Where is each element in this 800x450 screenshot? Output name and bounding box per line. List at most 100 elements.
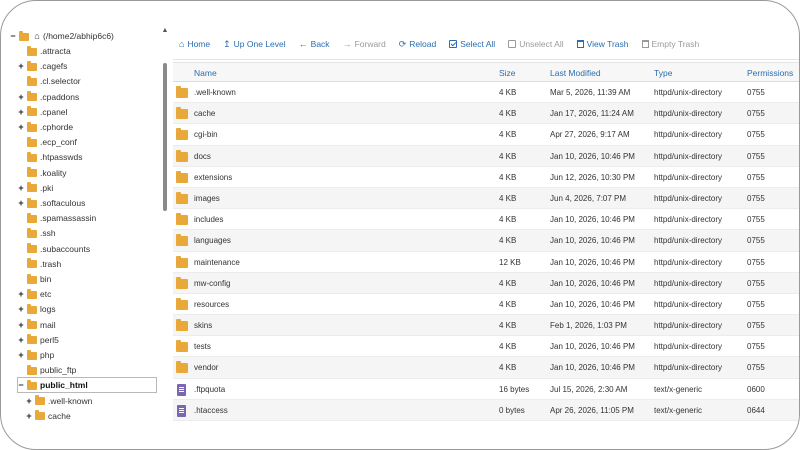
tree-item[interactable]: − public_html bbox=[17, 378, 88, 393]
tree-item[interactable]: + .cpaddons bbox=[17, 90, 79, 105]
scroll-up-arrow-icon[interactable]: ▲ bbox=[161, 27, 169, 35]
file-name[interactable]: .htaccess bbox=[194, 400, 228, 421]
table-row[interactable]: .well-known 4 KB Mar 5, 2026, 11:39 AM http… bbox=[173, 82, 799, 104]
folder-icon bbox=[27, 364, 37, 375]
table-row[interactable]: languages 4 KB Jan 10, 2026, 10:46 PM httpd… bbox=[173, 230, 799, 252]
expand-toggle[interactable]: + bbox=[17, 318, 25, 333]
tree-child-item[interactable]: + cache bbox=[25, 409, 71, 424]
file-name[interactable]: images bbox=[194, 188, 220, 209]
file-name[interactable]: cgi-bin bbox=[194, 124, 218, 145]
forward-button[interactable]: → Forward bbox=[343, 39, 386, 49]
table-row[interactable]: docs 4 KB Jan 10, 2026, 10:46 PM httpd/unix… bbox=[173, 145, 799, 167]
view-trash-button[interactable]: View Trash bbox=[576, 39, 629, 49]
table-row[interactable]: mw-config 4 KB Jan 10, 2026, 10:46 PM httpd… bbox=[173, 272, 799, 294]
expand-toggle[interactable]: + bbox=[17, 120, 25, 135]
file-name[interactable]: skins bbox=[194, 315, 212, 336]
column-header-size[interactable]: Size bbox=[499, 63, 516, 83]
file-name[interactable]: resources bbox=[194, 294, 229, 315]
file-name[interactable]: maintenance bbox=[194, 252, 240, 273]
file-type: httpd/unix-directory bbox=[654, 130, 723, 140]
column-header-type[interactable]: Type bbox=[654, 63, 672, 83]
expand-toggle[interactable]: + bbox=[17, 105, 25, 120]
select-all-button[interactable]: Select All bbox=[449, 39, 495, 49]
tree-child-item[interactable]: + .well-known bbox=[25, 394, 92, 409]
table-row[interactable]: maintenance 12 KB Jan 10, 2026, 10:46 PM ht… bbox=[173, 252, 799, 273]
table-row[interactable]: cgi-bin 4 KB Apr 27, 2026, 9:17 AM httpd/un… bbox=[173, 124, 799, 146]
tree-item[interactable]: + logs bbox=[17, 302, 56, 317]
back-label: Back bbox=[310, 39, 330, 49]
file-name[interactable]: extensions bbox=[194, 167, 232, 188]
tree-item[interactable]: + mail bbox=[17, 318, 56, 333]
toolbar: ⌂ Home ↥ Up One Level ← Back → Forward ⟳… bbox=[173, 31, 799, 57]
expand-toggle[interactable]: + bbox=[17, 181, 25, 196]
folder-icon bbox=[176, 255, 188, 268]
tree-item[interactable]: .ecp_conf bbox=[17, 135, 77, 150]
tree-item[interactable]: + .cpanel bbox=[17, 105, 67, 120]
expand-toggle[interactable]: + bbox=[17, 196, 25, 211]
tree-item[interactable]: .attracta bbox=[17, 44, 71, 59]
tree-item[interactable]: + .pki bbox=[17, 181, 53, 196]
column-header-name[interactable]: Name bbox=[194, 63, 217, 83]
scroll-thumb[interactable] bbox=[163, 63, 167, 211]
file-type: httpd/unix-directory bbox=[654, 172, 723, 182]
file-name[interactable]: includes bbox=[194, 209, 223, 230]
tree-item[interactable]: + php bbox=[17, 348, 54, 363]
expand-toggle[interactable]: + bbox=[17, 287, 25, 302]
tree-item[interactable]: .ssh bbox=[17, 226, 56, 241]
tree-item[interactable]: .spamassassin bbox=[17, 211, 96, 226]
expand-toggle[interactable]: + bbox=[25, 409, 33, 424]
tree-root[interactable]: − ⌂ (/home2/abhip6c6) bbox=[9, 29, 114, 44]
tree-item-label: php bbox=[40, 350, 55, 360]
file-name[interactable]: mw-config bbox=[194, 273, 230, 294]
checkbox-checked-icon bbox=[449, 40, 458, 48]
tree-item[interactable]: bin bbox=[17, 272, 51, 287]
file-name[interactable]: .well-known bbox=[194, 82, 236, 103]
tree-item[interactable]: public_ftp bbox=[17, 363, 76, 378]
tree-scrollbar[interactable]: ▲ bbox=[161, 27, 169, 427]
up-one-level-button[interactable]: ↥ Up One Level bbox=[223, 39, 286, 50]
file-size: 4 KB bbox=[499, 172, 517, 182]
unselect-all-button[interactable]: Unselect All bbox=[508, 39, 564, 49]
column-header-last-modified[interactable]: Last Modified bbox=[550, 63, 601, 83]
tree-item[interactable]: + perl5 bbox=[17, 333, 59, 348]
file-name[interactable]: cache bbox=[194, 103, 215, 124]
table-row[interactable]: resources 4 KB Jan 10, 2026, 10:46 PM httpd… bbox=[173, 294, 799, 316]
table-row[interactable]: .htaccess 0 bytes Apr 26, 2026, 11:05 PM te… bbox=[173, 399, 799, 421]
tree-item[interactable]: + .cphorde bbox=[17, 120, 73, 135]
empty-trash-button[interactable]: Empty Trash bbox=[641, 39, 699, 49]
tree-item[interactable]: + .softaculous bbox=[17, 196, 85, 211]
tree-item[interactable]: + etc bbox=[17, 287, 51, 302]
table-row[interactable]: tests 4 KB Jan 10, 2026, 10:46 PM httpd/uni… bbox=[173, 336, 799, 358]
tree-item[interactable]: .subaccounts bbox=[17, 242, 90, 257]
file-name[interactable]: vendor bbox=[194, 357, 218, 378]
tree-item[interactable]: + .cagefs bbox=[17, 59, 67, 74]
tree-item[interactable]: .trash bbox=[17, 257, 61, 272]
reload-button[interactable]: ⟳ Reload bbox=[399, 39, 436, 50]
expand-toggle[interactable]: + bbox=[25, 394, 33, 409]
expand-toggle[interactable]: + bbox=[17, 90, 25, 105]
collapse-toggle[interactable]: − bbox=[9, 29, 17, 44]
tree-item[interactable]: .koality bbox=[17, 166, 66, 181]
expand-toggle[interactable]: + bbox=[17, 333, 25, 348]
file-name[interactable]: languages bbox=[194, 230, 231, 251]
table-row[interactable]: vendor 4 KB Jan 10, 2026, 10:46 PM httpd/un… bbox=[173, 357, 799, 379]
tree-item[interactable]: .cl.selector bbox=[17, 74, 81, 89]
table-row[interactable]: cache 4 KB Jan 17, 2026, 11:24 AM httpd/uni… bbox=[173, 103, 799, 125]
tree-item-label: .cpaddons bbox=[40, 91, 80, 102]
column-header-permissions[interactable]: Permissions bbox=[747, 63, 793, 83]
table-row[interactable]: .ftpquota 16 bytes Jul 15, 2026, 2:30 AM te… bbox=[173, 379, 799, 400]
table-row[interactable]: images 4 KB Jun 4, 2026, 7:07 PM httpd/unix… bbox=[173, 187, 799, 210]
file-name[interactable]: tests bbox=[194, 336, 211, 357]
expand-toggle[interactable]: + bbox=[17, 59, 25, 74]
home-button[interactable]: ⌂ Home bbox=[179, 39, 210, 49]
expand-toggle[interactable]: + bbox=[17, 348, 25, 363]
table-row[interactable]: extensions 4 KB Jun 12, 2026, 10:30 PM http… bbox=[173, 167, 799, 188]
back-button[interactable]: ← Back bbox=[299, 39, 330, 49]
file-name[interactable]: docs bbox=[194, 146, 211, 167]
tree-item[interactable]: .htpasswds bbox=[17, 150, 83, 165]
table-row[interactable]: skins 4 KB Feb 1, 2026, 1:03 PM httpd/unix-… bbox=[173, 315, 799, 337]
expand-toggle[interactable]: − bbox=[17, 378, 25, 393]
table-row[interactable]: includes 4 KB Jan 10, 2026, 10:46 PM httpd/… bbox=[173, 209, 799, 231]
expand-toggle[interactable]: + bbox=[17, 302, 25, 317]
file-name[interactable]: .ftpquota bbox=[194, 379, 225, 400]
